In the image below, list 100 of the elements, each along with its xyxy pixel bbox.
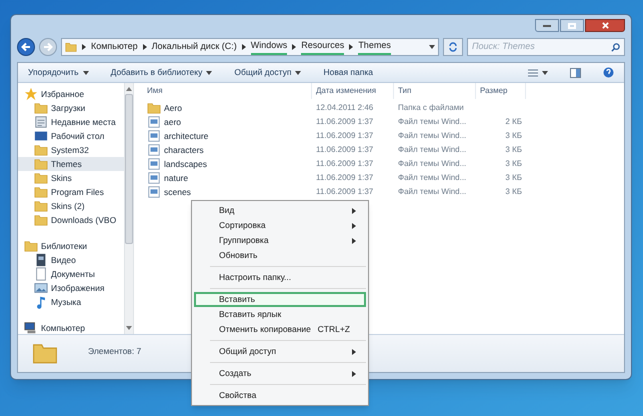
nav-item[interactable]: Загрузки: [18, 101, 124, 115]
menu-item[interactable]: Вставить ярлык: [194, 307, 366, 322]
theme-file-icon: [147, 143, 161, 157]
search-field[interactable]: Поиск: Themes: [467, 38, 625, 56]
column-header[interactable]: Имя: [137, 83, 312, 99]
folder-icon: [65, 41, 77, 53]
image-icon: [34, 281, 48, 295]
chevron-right-icon: [352, 370, 356, 376]
help-button[interactable]: [603, 67, 614, 78]
nav-item[interactable]: Skins: [18, 171, 124, 185]
desktop-icon: [34, 129, 48, 143]
caret-icon: [206, 70, 212, 76]
nav-item[interactable]: Skins (2): [18, 199, 124, 213]
menu-item[interactable]: Свойства: [194, 388, 366, 403]
folder-icon: [34, 213, 48, 227]
close-button[interactable]: [585, 19, 625, 32]
minimize-button[interactable]: [535, 19, 559, 32]
file-row[interactable]: characters 11.06.2009 1:37 Файл темы Wind... 3 КБ: [137, 143, 624, 157]
nav-item[interactable]: Downloads (VBO: [18, 213, 124, 227]
recent-places-icon: [34, 115, 48, 129]
toolbar-button[interactable]: Добавить в библиотеку: [110, 66, 212, 79]
refresh-icon: [448, 42, 458, 52]
file-name: scenes: [164, 186, 191, 198]
nav-item[interactable]: Рабочий стол: [18, 129, 124, 143]
arrow-right-icon: [43, 42, 53, 52]
size-cell: 2 КБ: [505, 116, 522, 128]
theme-file-icon: [147, 129, 161, 143]
menu-item[interactable]: Вид: [194, 203, 366, 218]
nav-item-label: Недавние места: [51, 116, 116, 128]
theme-file-icon: [147, 157, 161, 171]
nav-item[interactable]: Themes: [18, 157, 124, 171]
file-name: landscapes: [164, 158, 208, 170]
breadcrumb-link[interactable]: Windows: [250, 39, 288, 55]
file-name: characters: [164, 144, 204, 156]
nav-item[interactable]: Видео: [18, 253, 124, 267]
menu-item[interactable]: Настроить папку...: [194, 270, 366, 285]
menu-item[interactable]: Группировка: [194, 233, 366, 248]
refresh-button[interactable]: [443, 38, 463, 56]
nav-group-label: Компьютер: [41, 322, 85, 334]
file-row[interactable]: aero 11.06.2009 1:37 Файл темы Wind... 2 КБ: [137, 115, 624, 129]
nav-item-label: Изображения: [51, 282, 104, 294]
toolbar-button[interactable]: Упорядочить: [28, 66, 89, 79]
star-icon: [24, 87, 38, 101]
maximize-button[interactable]: [560, 19, 584, 32]
file-row[interactable]: Aero 12.04.2011 2:46 Папка с файлами: [137, 101, 624, 115]
search-input[interactable]: Поиск: Themes: [472, 40, 611, 54]
nav-item-label: Downloads (VBO: [51, 214, 116, 226]
date-cell-text: 11.06.2009 1:37: [315, 144, 374, 156]
folder-icon: [34, 199, 48, 213]
date-cell-text: 11.06.2009 1:37: [315, 116, 374, 128]
nav-group-item[interactable]: Библиотеки: [18, 239, 124, 253]
preview-pane-button[interactable]: [570, 68, 581, 78]
nav-item[interactable]: Недавние места: [18, 115, 124, 129]
menu-item[interactable]: Создать: [194, 366, 366, 381]
minimize-icon: [543, 24, 551, 26]
caret-icon: [542, 70, 548, 76]
search-icon: [611, 42, 620, 52]
menu-item[interactable]: Сортировка: [194, 218, 366, 233]
nav-item[interactable]: Документы: [18, 267, 124, 281]
breadcrumb-link[interactable]: Themes: [358, 39, 391, 55]
file-row[interactable]: nature 11.06.2009 1:37 Файл темы Wind... 3 КБ: [137, 171, 624, 185]
size-cell: 3 КБ: [505, 130, 522, 142]
breadcrumb-link[interactable]: Компьютер: [91, 40, 138, 54]
nav-item[interactable]: System32: [18, 143, 124, 157]
file-row[interactable]: scenes 11.06.2009 1:37 Файл темы Wind... 3 КБ: [137, 185, 624, 199]
computer-icon: [24, 321, 38, 334]
breadcrumb-link[interactable]: Resources: [301, 39, 344, 55]
nav-group-item[interactable]: Избранное: [18, 87, 124, 101]
nav-group-item[interactable]: Компьютер: [18, 321, 124, 334]
type-cell-text: Папка с файлами: [397, 102, 465, 114]
column-header[interactable]: Тип: [394, 83, 476, 99]
address-bar[interactable]: Компьютер Локальный диск (C:) Windows Resources Themes: [61, 38, 439, 56]
file-name: nature: [164, 172, 188, 184]
nav-item-label: Музыка: [51, 296, 82, 308]
nav-item[interactable]: Музыка: [18, 295, 124, 309]
back-button[interactable]: [17, 38, 35, 56]
theme-file-icon: [147, 185, 161, 199]
file-row[interactable]: architecture 11.06.2009 1:37 Файл темы Wind... 3 КБ: [137, 129, 624, 143]
menu-item[interactable]: Вставить: [194, 292, 366, 307]
toolbar-button[interactable]: Новая папка: [323, 66, 373, 79]
breadcrumb-link[interactable]: Локальный диск (C:): [152, 40, 237, 54]
size-cell: 3 КБ: [505, 172, 522, 184]
date-cell-text: 11.06.2009 1:37: [315, 172, 374, 184]
arrow-left-icon: [21, 42, 31, 52]
nav-item-label: Skins (2): [51, 200, 85, 212]
help-icon: [603, 67, 614, 78]
nav-item[interactable]: Изображения: [18, 281, 124, 295]
folder-icon: [147, 101, 161, 115]
nav-item-label: Документы: [51, 268, 95, 280]
file-row[interactable]: landscapes 11.06.2009 1:37 Файл темы Wind... 3 КБ: [137, 157, 624, 171]
nav-item[interactable]: Program Files: [18, 185, 124, 199]
menu-item[interactable]: Общий доступ: [194, 344, 366, 359]
caret-icon: [295, 70, 302, 76]
menu-item[interactable]: Отменить копирование CTRL+Z: [194, 322, 366, 337]
size-cell: 3 КБ: [505, 144, 522, 156]
column-header[interactable]: Дата изменения: [312, 83, 394, 99]
toolbar-button[interactable]: Общий доступ: [234, 66, 302, 79]
menu-item[interactable]: Обновить: [194, 248, 366, 263]
column-header[interactable]: Размер: [476, 83, 526, 99]
view-options-button[interactable]: [528, 68, 548, 76]
